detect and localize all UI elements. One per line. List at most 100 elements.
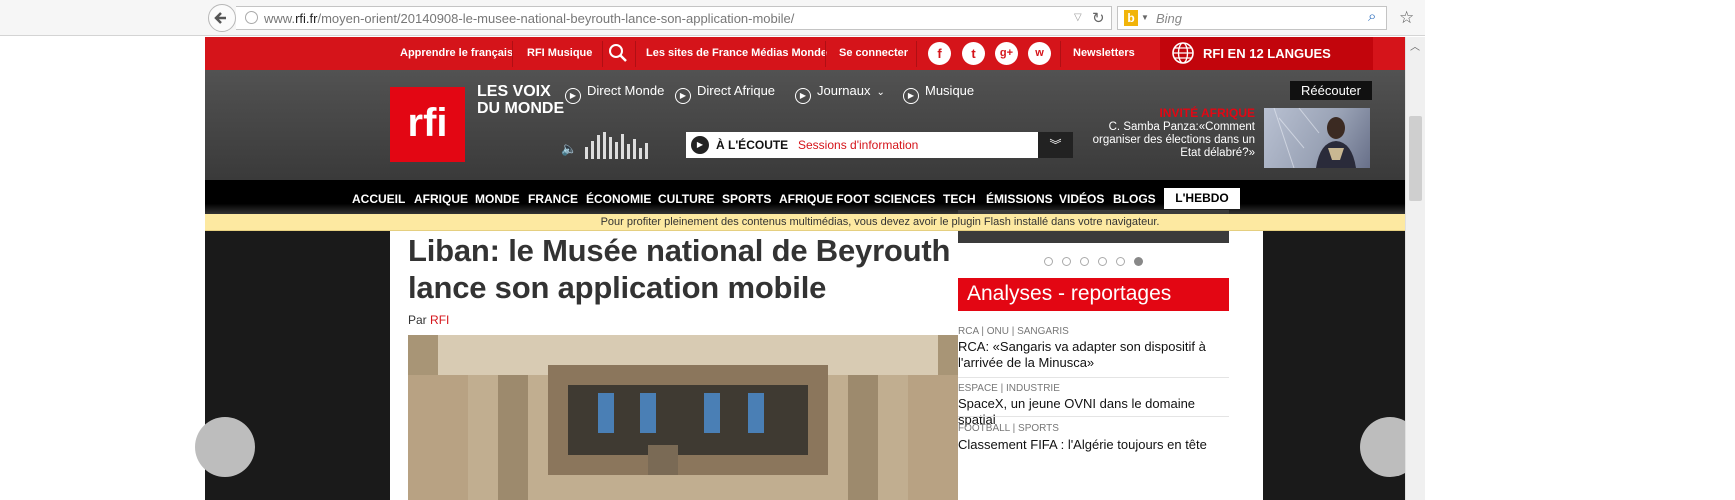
audio-link-direct-monde[interactable]: ▶ Direct Monde bbox=[565, 83, 664, 104]
windows-icon[interactable]: w bbox=[1028, 42, 1051, 65]
tagline-line-2: DU MONDE bbox=[477, 100, 565, 117]
nav-sciences[interactable]: SCIENCES bbox=[874, 192, 935, 206]
top-utility-bar: Apprendre le français RFI Musique Les si… bbox=[205, 37, 1555, 70]
link-apprendre-francais[interactable]: Apprendre le français bbox=[400, 47, 513, 59]
site-header: rfi LES VOIX DU MONDE ▶ Direct Monde ▶ Dir… bbox=[205, 70, 1555, 180]
invite-photo[interactable] bbox=[1264, 108, 1370, 168]
link-newsletters[interactable]: Newsletters bbox=[1073, 47, 1135, 59]
play-icon[interactable]: ▶ bbox=[691, 136, 709, 154]
audio-link-journaux[interactable]: ▶ Journaux ⌄ bbox=[795, 83, 885, 104]
invite-text[interactable]: C. Samba Panza:«Comment organiser des él… bbox=[1073, 121, 1255, 160]
sidebar: Analyses - reportages RCA | ONU | SANGAR… bbox=[958, 210, 1263, 500]
rfi-site: Apprendre le français RFI Musique Les si… bbox=[195, 37, 1555, 500]
facebook-icon[interactable]: f bbox=[928, 42, 951, 65]
audio-link-label: Journaux bbox=[817, 83, 871, 98]
volume-icon[interactable]: 🔈 bbox=[561, 141, 577, 157]
bookmark-star-icon[interactable]: ☆ bbox=[1399, 8, 1414, 28]
twitter-icon[interactable]: t bbox=[962, 42, 985, 65]
slide-dot[interactable] bbox=[1098, 257, 1107, 266]
url-prefix: www. bbox=[264, 11, 296, 26]
byline-author-link[interactable]: RFI bbox=[430, 313, 449, 327]
search-placeholder: Bing bbox=[1156, 11, 1183, 26]
article-byline: Par RFI bbox=[408, 313, 449, 327]
nav-france[interactable]: FRANCE bbox=[528, 192, 578, 206]
separator bbox=[825, 41, 826, 67]
google-plus-icon[interactable]: g+ bbox=[995, 42, 1018, 65]
equalizer-icon bbox=[585, 132, 648, 159]
languages-button[interactable]: RFI EN 12 LANGUES bbox=[1160, 37, 1373, 70]
flash-plugin-notice: Pour profiter pleinement des contenus mu… bbox=[205, 214, 1555, 231]
slideshow-dots bbox=[1044, 257, 1154, 269]
globe-icon bbox=[245, 11, 258, 24]
divider bbox=[958, 416, 1229, 417]
nav-sports[interactable]: SPORTS bbox=[722, 192, 771, 206]
search-bar[interactable]: b ▼ Bing ⌕ bbox=[1117, 6, 1387, 30]
play-icon: ▶ bbox=[903, 88, 919, 104]
audio-link-musique[interactable]: ▶ Musique bbox=[903, 83, 974, 104]
article-title: Liban: le Musée national de Beyrouth lan… bbox=[408, 233, 951, 305]
slide-dot[interactable] bbox=[1080, 257, 1089, 266]
tagline-line-1: LES VOIX bbox=[477, 83, 551, 100]
slide-dot[interactable] bbox=[1062, 257, 1071, 266]
reload-icon[interactable]: ↻ bbox=[1092, 9, 1105, 27]
play-icon: ▶ bbox=[565, 88, 581, 104]
sidebar-item-meta[interactable]: ESPACE | INDUSTRIE bbox=[958, 383, 1060, 394]
slide-dot[interactable] bbox=[1044, 257, 1053, 266]
sidebar-item-title[interactable]: RCA: «Sangaris va adapter son dispositif… bbox=[958, 339, 1229, 371]
slide-dot[interactable] bbox=[1116, 257, 1125, 266]
sidebar-item-meta[interactable]: FOOTBALL | SPORTS bbox=[958, 423, 1059, 434]
nav-afrique-foot[interactable]: AFRIQUE FOOT bbox=[779, 192, 870, 206]
separator bbox=[602, 41, 603, 67]
nav-accueil[interactable]: ACCUEIL bbox=[352, 192, 405, 206]
dropdown-icon[interactable]: ▽ bbox=[1074, 12, 1082, 23]
slide-dot-active[interactable] bbox=[1134, 257, 1143, 266]
nav-culture[interactable]: CULTURE bbox=[658, 192, 714, 206]
search-icon[interactable] bbox=[607, 42, 631, 66]
play-icon: ▶ bbox=[795, 88, 811, 104]
article: Liban: le Musée national de Beyrouth lan… bbox=[390, 227, 1023, 500]
url-text[interactable]: www.rfi.fr/moyen-orient/20140908-le-muse… bbox=[264, 11, 794, 26]
now-playing-value: Sessions d'information bbox=[798, 138, 919, 152]
scroll-up-icon[interactable]: ︿ bbox=[1410, 38, 1420, 53]
languages-label: RFI EN 12 LANGUES bbox=[1203, 46, 1331, 61]
page-scrollbar[interactable]: ︿ bbox=[1405, 37, 1425, 500]
nav-tech[interactable]: TECH bbox=[943, 192, 976, 206]
url-bar[interactable]: www.rfi.fr/moyen-orient/20140908-le-muse… bbox=[236, 6, 1112, 30]
divider bbox=[958, 377, 1229, 378]
search-icon[interactable]: ⌕ bbox=[1368, 8, 1376, 25]
previous-arrow-button[interactable] bbox=[195, 417, 255, 477]
chevron-down-icon: ⌄ bbox=[876, 87, 885, 98]
audio-link-direct-afrique[interactable]: ▶ Direct Afrique bbox=[675, 83, 775, 104]
link-se-connecter[interactable]: Se connecter bbox=[839, 47, 908, 59]
globe-icon bbox=[1172, 42, 1194, 64]
engine-dropdown-icon[interactable]: ▼ bbox=[1141, 13, 1149, 22]
scroll-thumb[interactable] bbox=[1409, 116, 1422, 201]
nav-hebdo[interactable]: L'HEBDO bbox=[1164, 188, 1240, 209]
separator bbox=[512, 41, 513, 67]
sidebar-item-meta[interactable]: RCA | ONU | SANGARIS bbox=[958, 326, 1069, 337]
double-chevron-down-icon: ︾ bbox=[1049, 138, 1062, 152]
bing-logo-icon: b bbox=[1124, 10, 1138, 26]
audio-link-label: Direct Afrique bbox=[697, 83, 776, 98]
nav-afrique[interactable]: AFRIQUE bbox=[414, 192, 468, 206]
article-photo[interactable] bbox=[408, 335, 970, 500]
sidebar-item-title[interactable]: Classement FIFA : l'Algérie toujours en … bbox=[958, 437, 1229, 453]
now-playing-box[interactable]: ▶ À L'ÉCOUTE Sessions d'information bbox=[686, 132, 1038, 158]
nav-monde[interactable]: MONDE bbox=[475, 192, 520, 206]
nav-emissions[interactable]: ÉMISSIONS bbox=[986, 192, 1053, 206]
back-button[interactable] bbox=[208, 4, 236, 32]
rfi-logo[interactable]: rfi bbox=[390, 87, 465, 162]
byline-prefix: Par bbox=[408, 313, 427, 327]
audio-link-label: Direct Monde bbox=[587, 83, 665, 98]
expand-now-playing-button[interactable]: ︾ bbox=[1038, 132, 1073, 158]
window-background bbox=[1425, 0, 1735, 500]
invite-label[interactable]: INVITÉ AFRIQUE bbox=[1060, 106, 1255, 120]
portrait-image bbox=[1273, 108, 1356, 168]
nav-blogs[interactable]: BLOGS bbox=[1113, 192, 1156, 206]
nav-videos[interactable]: VIDÉOS bbox=[1059, 192, 1104, 206]
reecouter-button[interactable]: Réécouter bbox=[1290, 81, 1372, 100]
nav-economie[interactable]: ÉCONOMIE bbox=[586, 192, 651, 206]
section-title[interactable]: Analyses - reportages bbox=[967, 282, 1171, 306]
link-sites-france-medias-monde[interactable]: Les sites de France Médias Monde bbox=[646, 47, 827, 59]
link-rfi-musique[interactable]: RFI Musique bbox=[527, 47, 592, 59]
